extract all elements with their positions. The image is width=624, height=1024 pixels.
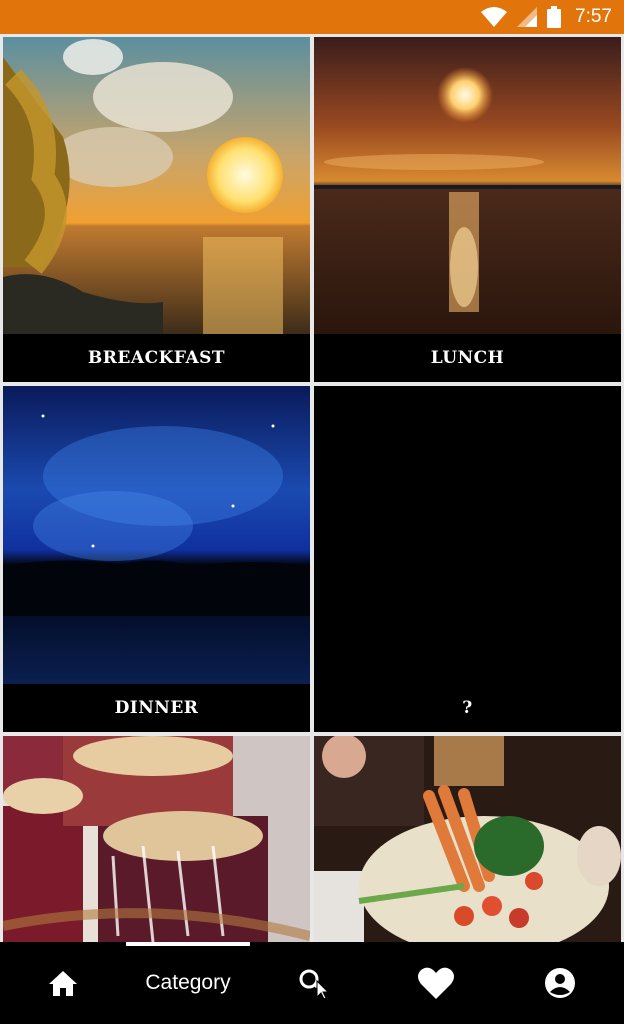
category-label: LUNCH — [430, 348, 505, 368]
breakfast-image — [3, 37, 310, 382]
status-time: 7:57 — [575, 6, 612, 27]
unknown-label-bar: ? — [314, 684, 621, 732]
status-icons: 7:57 — [481, 0, 612, 34]
category-tile-unknown[interactable]: ? — [314, 386, 621, 732]
category-tile-dinner[interactable]: DINNER — [3, 386, 310, 732]
search-icon — [299, 969, 329, 999]
nav-home[interactable] — [30, 942, 96, 1024]
battery-icon — [547, 6, 562, 28]
heart-icon — [418, 967, 454, 999]
lunch-image — [314, 37, 621, 382]
category-tile-breakfast[interactable]: BREACKFAST — [3, 37, 310, 382]
category-tile-lunch[interactable]: LUNCH — [314, 37, 621, 382]
platter-image — [314, 736, 621, 942]
category-label: BREACKFAST — [87, 348, 226, 368]
nav-favorites[interactable] — [403, 942, 469, 1024]
nav-account[interactable] — [527, 942, 593, 1024]
account-icon — [545, 968, 575, 998]
signal-icon — [517, 7, 538, 27]
nav-search[interactable] — [280, 942, 346, 1024]
lunch-label-bar: LUNCH — [314, 334, 621, 382]
breakfast-label-bar: BREACKFAST — [3, 334, 310, 382]
category-grid: BREACKFAST LUNCH DINNER ? — [0, 34, 624, 942]
dinner-label-bar: DINNER — [3, 684, 310, 732]
category-tile-platter[interactable] — [314, 736, 621, 942]
nav-category[interactable]: Category — [126, 942, 250, 1024]
category-tile-dessert[interactable] — [3, 736, 310, 942]
category-label: DINNER — [114, 698, 199, 718]
wifi-icon — [481, 7, 508, 27]
bottom-navigation: Category — [0, 942, 624, 1024]
status-bar: 7:57 — [0, 0, 624, 34]
dinner-image — [3, 386, 310, 732]
category-label: ? — [462, 698, 473, 718]
home-icon — [49, 971, 77, 996]
nav-category-label: Category — [145, 971, 231, 994]
dessert-image — [3, 736, 310, 942]
